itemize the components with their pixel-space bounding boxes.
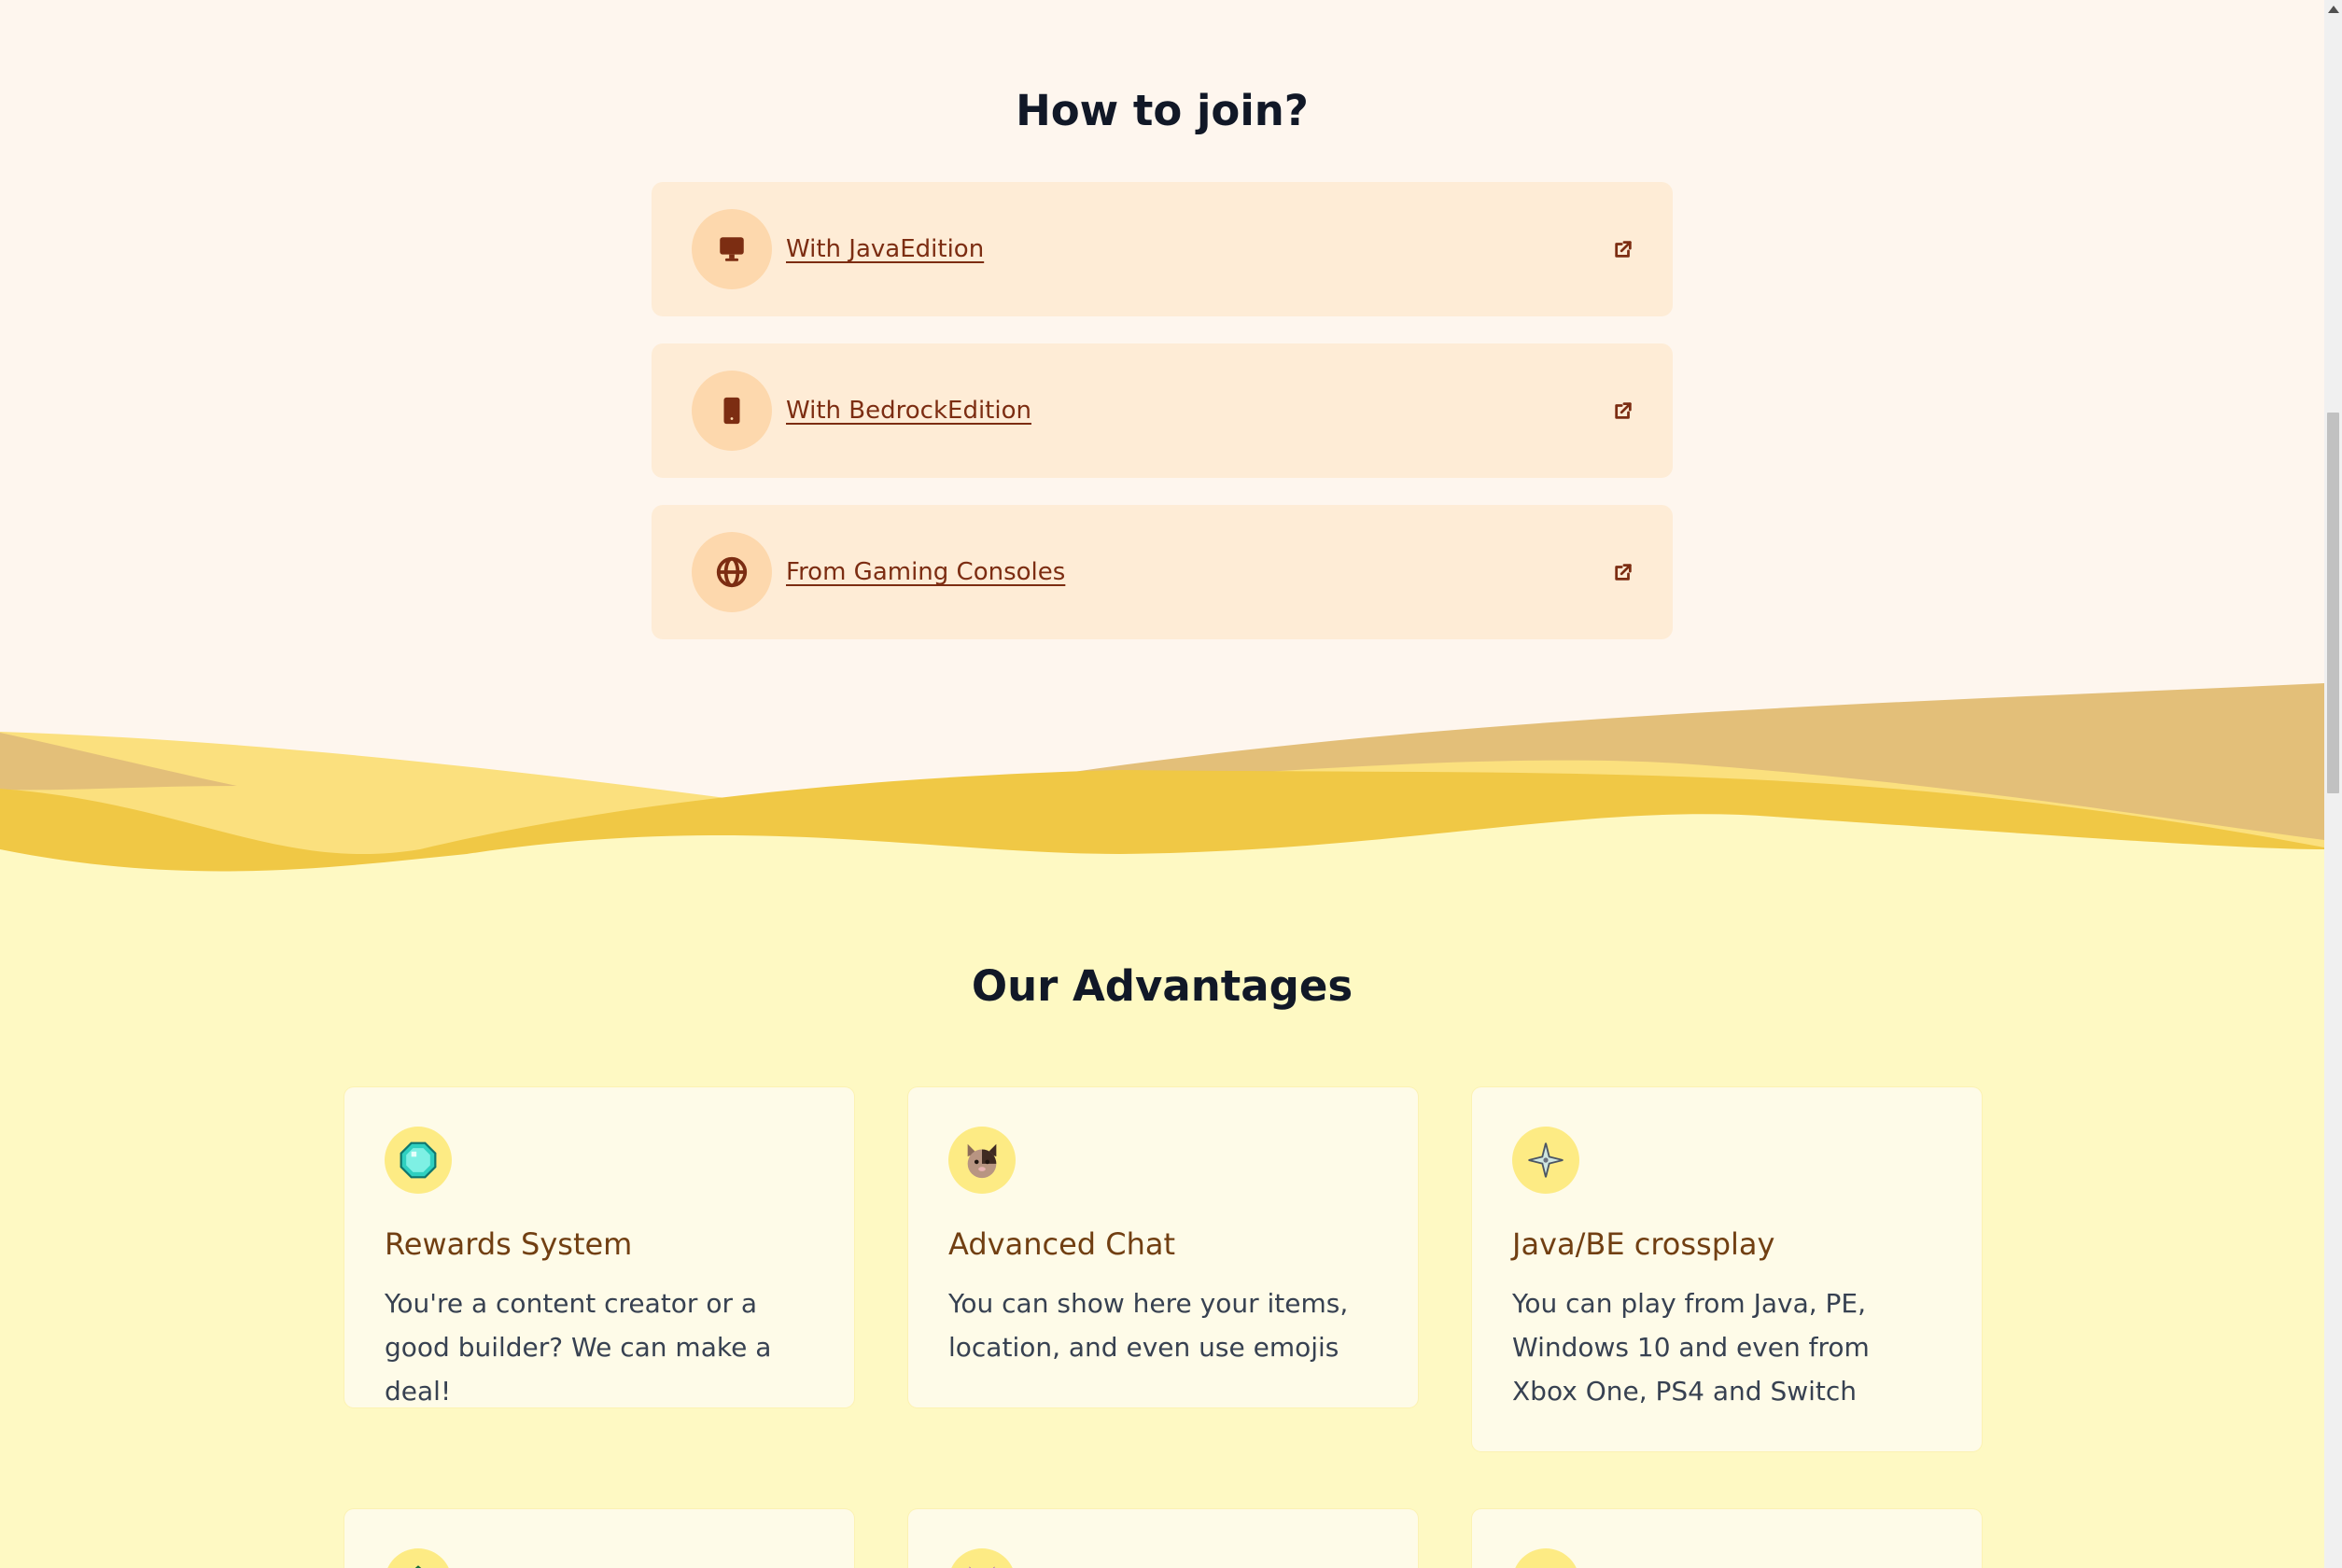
- devil-emoji-icon: [969, 1566, 995, 1568]
- cat-emoji-icon: [967, 1143, 997, 1179]
- advantage-card: [1472, 1509, 1982, 1568]
- external-link-icon[interactable]: [1611, 237, 1635, 261]
- java-edition-link[interactable]: With JavaEdition: [786, 235, 1611, 263]
- how-to-join-title: How to join?: [1016, 86, 1309, 135]
- diamond-icon: [400, 1141, 437, 1179]
- advantage-card: [908, 1509, 1418, 1568]
- advantages-title: Our Advantages: [971, 961, 1353, 1011]
- advantage-title: Rewards System: [385, 1226, 633, 1262]
- smartphone-icon: [723, 397, 740, 425]
- scroll-up-arrow-icon[interactable]: [2328, 6, 2339, 13]
- advantages-section: Our Advantages Rewards System You're a c…: [0, 840, 2324, 1568]
- advantage-card-rewards: Rewards System You're a content creator …: [344, 1087, 854, 1407]
- join-card-bedrock[interactable]: With BedrockEdition: [652, 343, 1673, 478]
- sparkle-icon-circle: [1512, 1127, 1579, 1194]
- external-link-icon[interactable]: [1611, 560, 1635, 584]
- advantage-title: Java/BE crossplay: [1512, 1226, 1775, 1262]
- wave-divider: [0, 683, 2324, 896]
- monitor-icon: [720, 237, 744, 261]
- gaming-consoles-link[interactable]: From Gaming Consoles: [786, 558, 1611, 586]
- monitor-icon-circle: [692, 209, 772, 289]
- join-card-consoles[interactable]: From Gaming Consoles: [652, 505, 1673, 639]
- advantage-description: You can show here your items, location, …: [948, 1287, 1349, 1363]
- devil-emoji-icon-circle: [948, 1548, 1016, 1568]
- smartphone-icon-circle: [692, 371, 772, 451]
- advantage-card-chat: Advanced Chat You can show here your ite…: [908, 1087, 1418, 1407]
- advantage-card: [344, 1509, 854, 1568]
- scrollbar-thumb[interactable]: [2327, 413, 2339, 793]
- vertical-scrollbar[interactable]: [2324, 0, 2342, 1568]
- advantage-description: You can play from Java, PE, Windows 10 a…: [1512, 1287, 1870, 1407]
- bedrock-edition-link[interactable]: With BedrockEdition: [786, 397, 1611, 425]
- globe-icon: [716, 556, 748, 588]
- diamond-icon-circle: [385, 1127, 452, 1194]
- sparkle-icon: [1528, 1142, 1564, 1178]
- page: How to join? With JavaEdition With Bedro…: [0, 0, 2324, 1568]
- external-link-icon[interactable]: [1611, 399, 1635, 423]
- advantage-description: You're a content creator or a good build…: [385, 1287, 772, 1407]
- emerald-icon-circle: [385, 1548, 452, 1568]
- join-card-java[interactable]: With JavaEdition: [652, 182, 1673, 316]
- globe-icon-circle: [692, 532, 772, 612]
- advantage-title: Advanced Chat: [948, 1226, 1176, 1262]
- star-icon-circle: [1512, 1548, 1579, 1568]
- emerald-icon: [414, 1565, 422, 1568]
- advantage-card-crossplay: Java/BE crossplay You can play from Java…: [1472, 1087, 1982, 1451]
- cat-emoji-icon-circle: [948, 1127, 1016, 1194]
